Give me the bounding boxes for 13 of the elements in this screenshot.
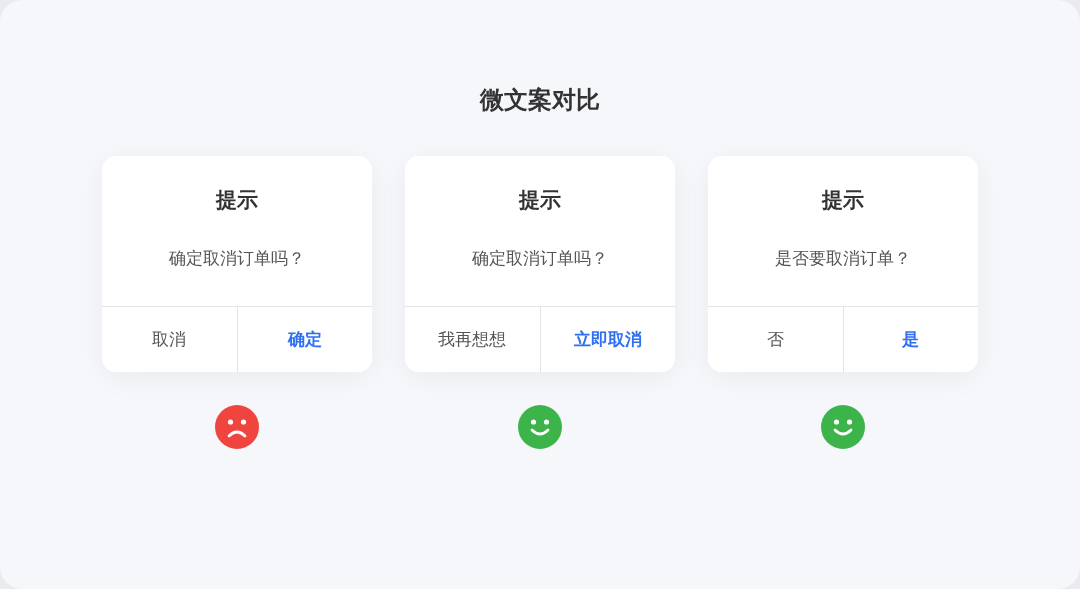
confirm-button[interactable]: 是: [842, 307, 978, 372]
dialog-title: 提示: [822, 187, 864, 214]
page-title: 微文案对比: [480, 85, 600, 116]
dialog-title: 提示: [216, 187, 258, 214]
confirm-button[interactable]: 确定: [236, 307, 372, 372]
cancel-button[interactable]: 否: [708, 307, 843, 372]
confirm-button[interactable]: 立即取消: [539, 307, 675, 372]
dialog-message: 是否要取消订单？: [775, 247, 911, 270]
dialog-message: 确定取消订单吗？: [169, 247, 305, 270]
dialog-title: 提示: [519, 187, 561, 214]
cancel-button[interactable]: 取消: [102, 307, 237, 372]
cancel-button[interactable]: 我再想想: [405, 307, 540, 372]
dialog-message: 确定取消订单吗？: [472, 247, 608, 270]
